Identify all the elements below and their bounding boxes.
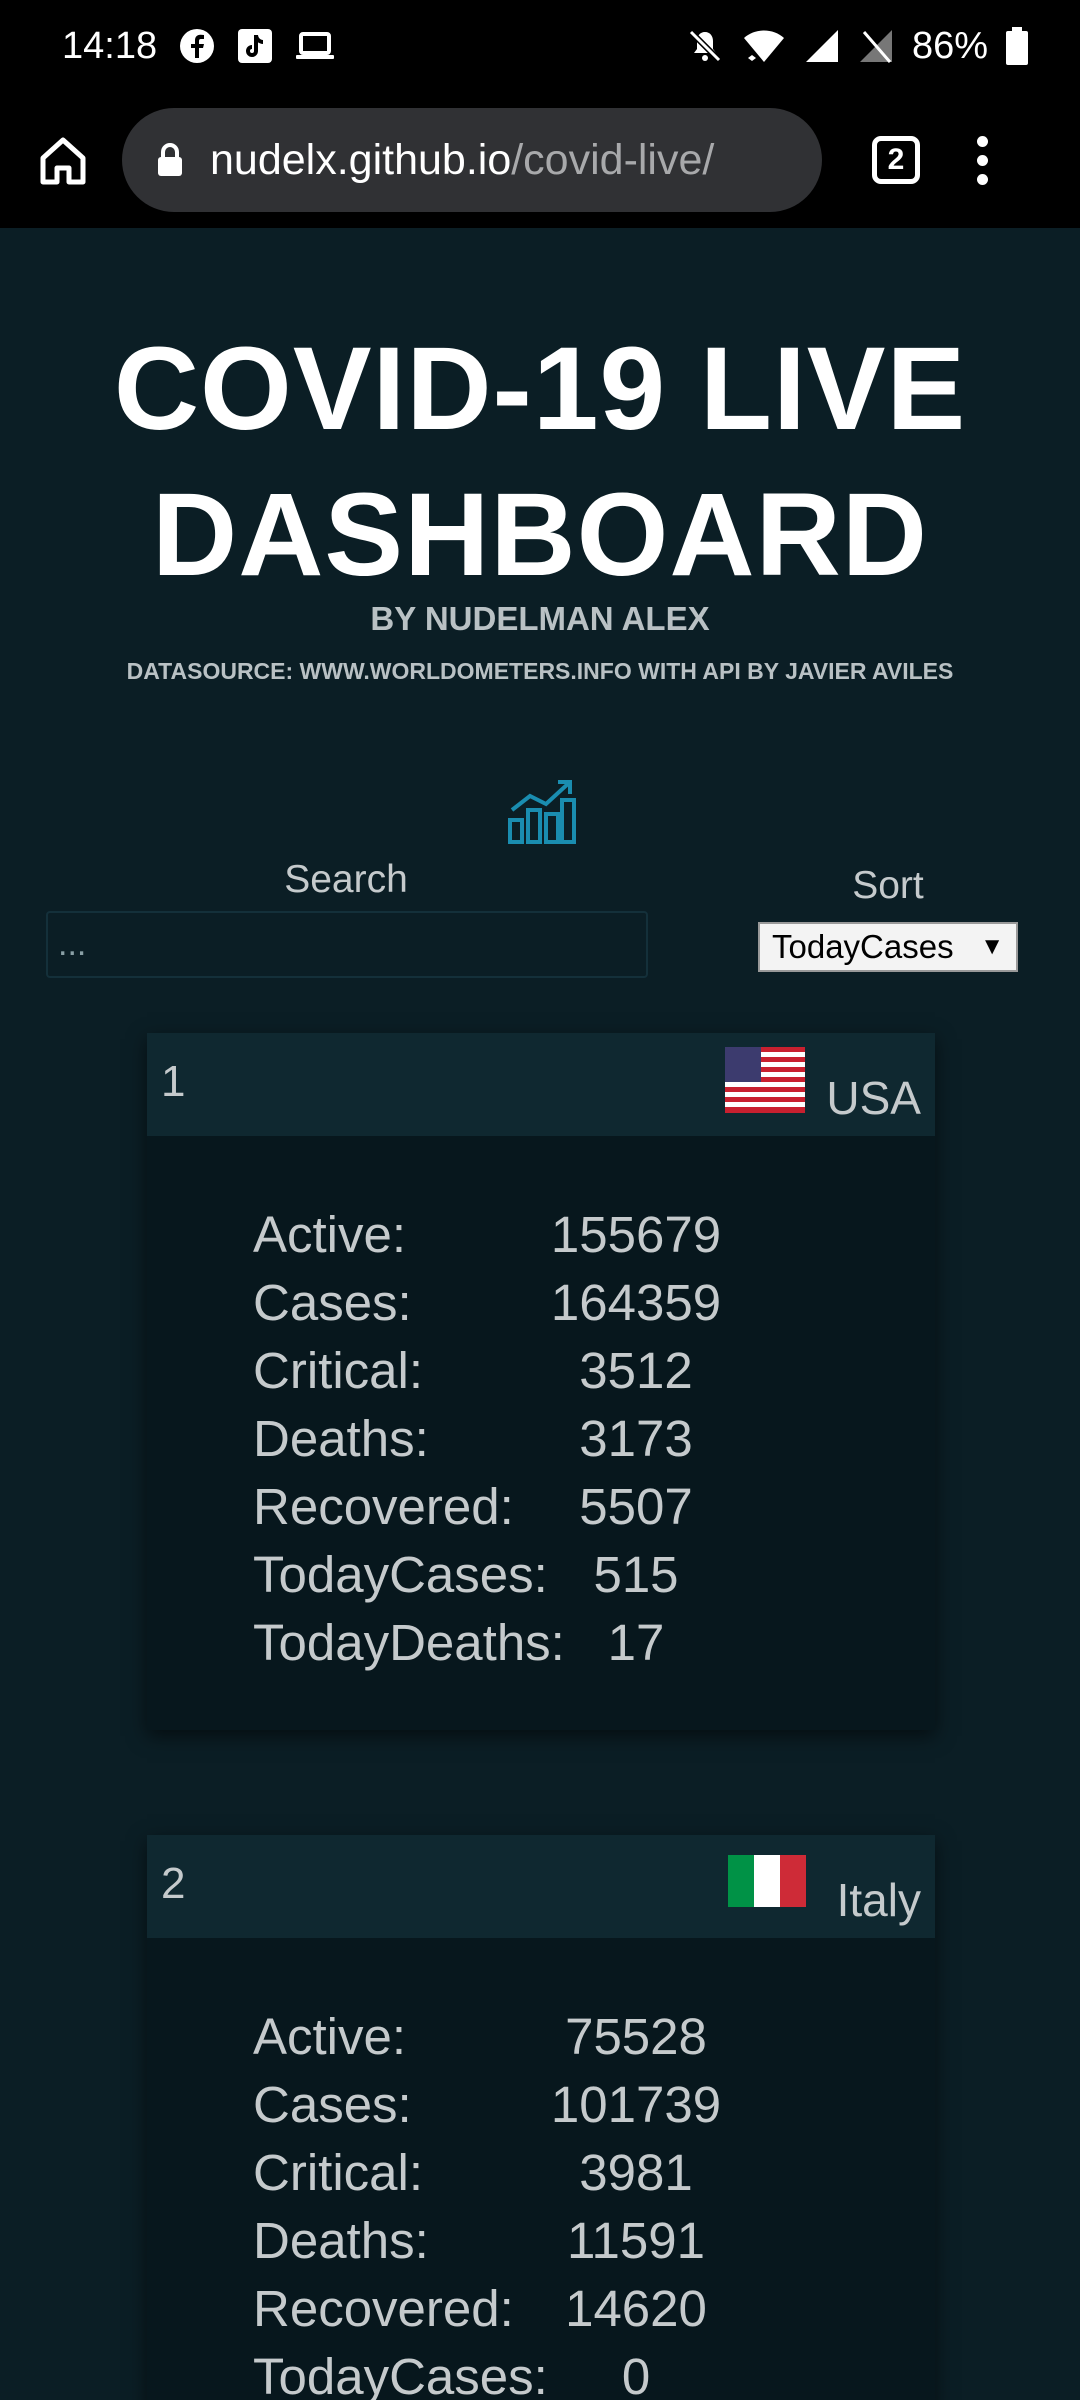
stat-row-today-deaths: TodayDeaths: 17: [147, 1608, 935, 1676]
stat-value: 3173: [579, 1409, 693, 1467]
stat-row-today-cases: TodayCases: 515: [147, 1540, 935, 1608]
notifications-off-icon: [686, 27, 724, 65]
stat-label: Critical:: [253, 2143, 424, 2201]
stat-value: 5507: [579, 1477, 693, 1535]
stat-label: Critical:: [253, 1341, 424, 1399]
facebook-icon: [179, 28, 215, 64]
stat-row-recovered: Recovered: 5507: [147, 1472, 935, 1540]
stat-label: Active:: [253, 1205, 407, 1263]
title-line-1: COVID-19 LIVE: [113, 323, 967, 455]
card-rank: 1: [161, 1057, 186, 1106]
stat-row-today-cases: TodayCases: 0: [147, 2342, 935, 2400]
stat-label: TodayCases:: [253, 1545, 548, 1603]
stat-row-cases: Cases: 101739: [147, 2070, 935, 2138]
chart-growth-icon[interactable]: [506, 776, 578, 846]
page-content: COVID-19 LIVE DASHBOARD BY NUDELMAN ALEX…: [0, 228, 1080, 2400]
stat-label: Cases:: [253, 2075, 412, 2133]
author-subtitle: BY NUDELMAN ALEX: [370, 600, 710, 637]
stat-value: 14620: [565, 2279, 707, 2337]
battery-percent: 86%: [911, 24, 988, 67]
search-input[interactable]: [46, 911, 648, 978]
dropdown-arrow-icon: ▼: [980, 933, 1004, 960]
more-options-icon[interactable]: [972, 135, 992, 185]
stat-row-deaths: Deaths: 11591: [147, 2206, 935, 2274]
stat-value: 11591: [566, 2211, 706, 2269]
lock-icon: [156, 142, 184, 178]
stat-row-deaths: Deaths: 3173: [147, 1404, 935, 1472]
no-sim-icon: [858, 28, 894, 64]
stat-row-critical: Critical: 3981: [147, 2138, 935, 2206]
stat-row-critical: Critical: 3512: [147, 1336, 935, 1404]
card-stats: Active: 75528 Cases: 101739 Critical: 3981 …: [147, 1938, 935, 2400]
status-bar: 14:18 86%: [0, 0, 1080, 92]
italy-flag-icon: [728, 1855, 806, 1907]
stat-value: 515: [593, 1545, 679, 1603]
stat-label: Recovered:: [253, 2279, 514, 2337]
stat-value: 3981: [579, 2143, 693, 2201]
stat-label: Active:: [253, 2007, 407, 2065]
signal-icon: [804, 28, 840, 64]
card-header: 1 USA: [147, 1033, 935, 1136]
battery-icon: [1006, 27, 1028, 65]
tiktok-icon: [237, 28, 273, 64]
url-path: /covid-live/: [511, 135, 715, 184]
stat-value: 17: [607, 1613, 665, 1671]
status-time: 14:18: [62, 24, 158, 67]
stat-label: TodayCases:: [253, 2347, 548, 2400]
card-rank: 2: [161, 1859, 186, 1908]
usa-flag-icon: [725, 1047, 805, 1113]
address-bar[interactable]: nudelx.github.io/covid-live/: [122, 108, 822, 212]
url-host: nudelx.github.io: [210, 135, 512, 184]
search-label: Search: [284, 858, 408, 901]
stat-value: 3512: [579, 1341, 693, 1399]
home-icon: [40, 137, 86, 185]
card-stats: Active: 155679 Cases: 164359 Critical: 3512…: [147, 1136, 935, 1676]
country-card-italy[interactable]: 2 Italy Active: 75528 Cases: 101739 Critic…: [147, 1835, 935, 2400]
datasource-credit: DATASOURCE: WWW.WORLDOMETERS.INFO WITH A…: [126, 658, 954, 684]
browser-toolbar: nudelx.github.io/covid-live/ 2: [0, 92, 1080, 228]
card-country: Italy: [836, 1874, 921, 1926]
wifi-icon: [742, 28, 786, 64]
stat-row-active: Active: 155679: [147, 1200, 935, 1268]
stat-value: 155679: [550, 1205, 722, 1263]
card-header: 2 Italy: [147, 1835, 935, 1938]
title-line-2: DASHBOARD: [152, 469, 928, 601]
stat-label: Deaths:: [253, 2211, 429, 2269]
laptop-icon: [295, 28, 335, 64]
stat-value: 75528: [565, 2007, 707, 2065]
sort-label: Sort: [852, 864, 924, 907]
card-country: USA: [826, 1072, 921, 1124]
stat-row-active: Active: 75528: [147, 2002, 935, 2070]
page-title: COVID-19 LIVE DASHBOARD: [0, 316, 1080, 608]
stat-row-cases: Cases: 164359: [147, 1268, 935, 1336]
stat-value: 164359: [550, 1273, 722, 1331]
stat-value: 0: [621, 2347, 651, 2400]
stat-label: Deaths:: [253, 1409, 429, 1467]
stat-label: Cases:: [253, 1273, 412, 1331]
sort-selected-value: TodayCases: [772, 928, 954, 965]
stat-label: Recovered:: [253, 1477, 514, 1535]
sort-select[interactable]: TodayCases ▼: [758, 922, 1018, 972]
stat-label: TodayDeaths:: [253, 1613, 565, 1671]
stat-row-recovered: Recovered: 14620: [147, 2274, 935, 2342]
stat-value: 101739: [550, 2075, 722, 2133]
tab-switcher-button[interactable]: 2: [872, 136, 920, 184]
country-card-usa[interactable]: 1 USA Active: 155679 Cases: 164359 Critica…: [147, 1033, 935, 1730]
home-button[interactable]: [30, 127, 96, 193]
